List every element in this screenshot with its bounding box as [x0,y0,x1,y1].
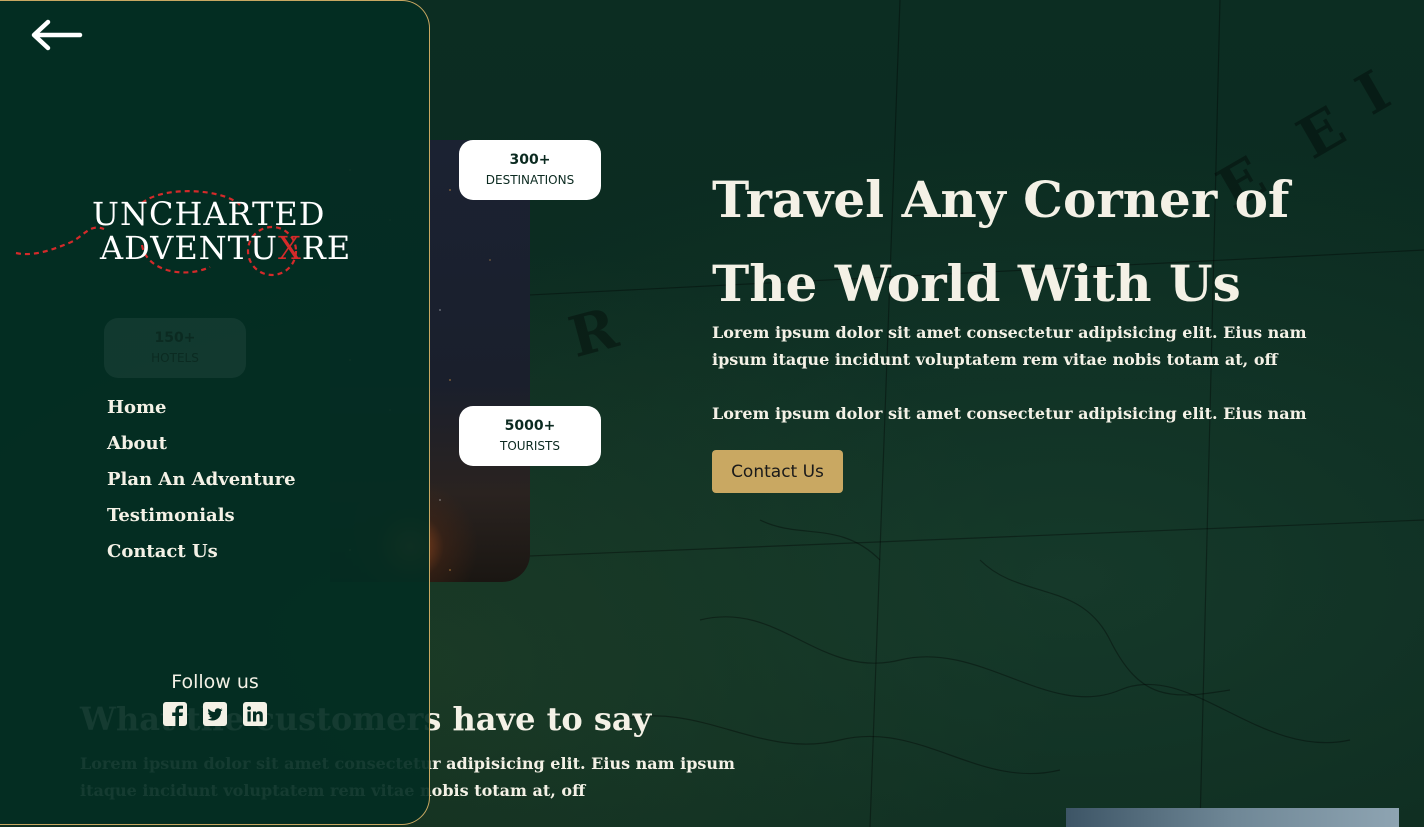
nav-item-contact-us[interactable]: Contact Us [107,538,296,574]
stat-destinations: 300+ DESTINATIONS [459,140,601,200]
stat-number: 300+ [509,152,551,168]
sidebar-menu: UNCHARTED ADVENTUXRE 150+ HOTELS Home Ab… [0,0,430,825]
nav-item-home[interactable]: Home [107,394,296,430]
facebook-icon[interactable] [162,701,188,727]
hero-title: Travel Any Corner of The World With Us [712,170,1290,313]
nav-item-testimonials[interactable]: Testimonials [107,502,296,538]
stat-tourists: 5000+ TOURISTS [459,406,601,466]
logo-line-2-start: ADVENTU [100,229,278,267]
social-links [162,701,268,727]
twitter-icon[interactable] [202,701,228,727]
logo-x-mark: X [277,229,302,267]
hero-paragraph-secondary: Lorem ipsum dolor sit amet consectetur a… [712,404,1307,423]
logo-line-2: ADVENTUXRE [100,229,351,267]
testimonial-image [1066,808,1399,827]
contact-us-button[interactable]: Contact Us [712,450,843,493]
stat-hotels: 150+ HOTELS [104,318,246,378]
stat-number: 150+ [154,330,196,346]
stat-label: TOURISTS [500,439,560,453]
back-arrow-icon[interactable] [30,17,84,53]
nav-item-plan-an-adventure[interactable]: Plan An Adventure [107,466,296,502]
hero-paragraph: Lorem ipsum dolor sit amet consectetur a… [712,323,1307,369]
stat-label: HOTELS [151,351,199,365]
logo-line-2-end: RE [301,229,352,267]
logo-line-1: UNCHARTED [92,195,326,233]
follow-us-label: Follow us [171,671,259,693]
linkedin-icon[interactable] [242,701,268,727]
stat-number: 5000+ [504,418,556,434]
nav-item-about[interactable]: About [107,430,296,466]
sidebar-nav: Home About Plan An Adventure Testimonial… [107,394,296,574]
logo[interactable]: UNCHARTED ADVENTUXRE [14,183,350,283]
stat-label: DESTINATIONS [485,173,575,187]
